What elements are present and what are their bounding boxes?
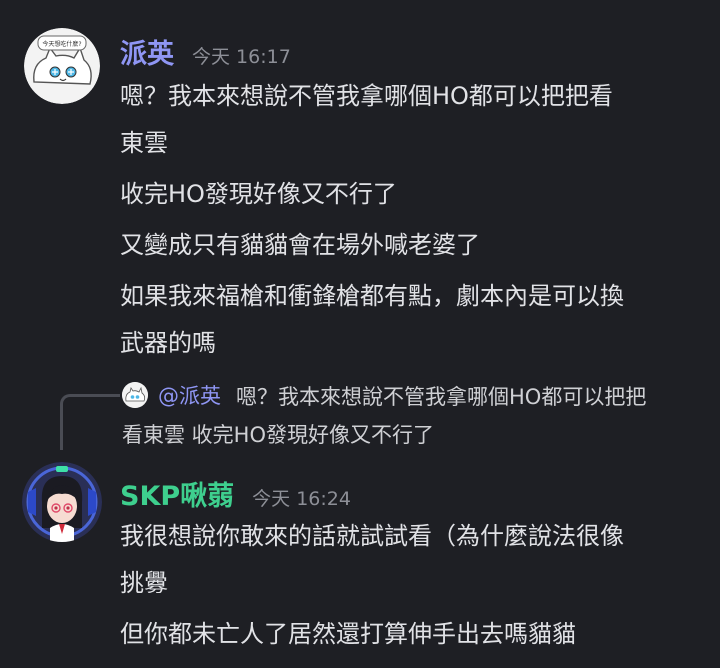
reply-text: 看東雲 收完HO發現好像又不行了	[122, 423, 434, 447]
message-line: 武器的嗎	[120, 329, 216, 357]
message-content: 嗯？我本來想說不管我拿哪個HO都可以把把看 東雲 收完HO發現好像又不行了 又變…	[120, 73, 700, 367]
author-name[interactable]: 派英	[120, 32, 174, 71]
message-line: 挑釁	[120, 569, 168, 597]
message-line: 東雲	[120, 129, 168, 157]
message-line: 如果我來福槍和衝鋒槍都有點，劇本內是可以換	[120, 282, 624, 310]
message-header: SKP啾蒻 今天 16:24	[120, 474, 351, 513]
message-group: SKP啾蒻 今天 16:24 我很想說你敢來的話就試試看（為什麼說法很像 挑釁 …	[0, 460, 720, 668]
message-line: 我很想說你敢來的話就試試看（為什麼說法很像	[120, 522, 624, 550]
author-name[interactable]: SKP啾蒻	[120, 474, 234, 513]
cat-avatar-icon[interactable]: 今天想吃什麼?	[24, 28, 100, 104]
message-line: 嗯？我本來想說不管我拿哪個HO都可以把把看	[120, 82, 613, 110]
chat-log: 今天想吃什麼? 派英 今天 16:17 嗯？我本來想說不管我拿哪個HO都可以把把…	[0, 0, 720, 668]
message-line: 但你都未亡人了居然還打算伸手出去嗎貓貓	[120, 620, 576, 648]
reply-author[interactable]: @派英	[158, 380, 221, 410]
message-content: 我很想說你敢來的話就試試看（為什麼說法很像 挑釁 但你都未亡人了居然還打算伸手出…	[120, 513, 700, 658]
timestamp: 今天 16:17	[192, 46, 291, 68]
reply-avatar-icon	[122, 382, 148, 408]
avatar-sticker-text: 今天想吃什麼?	[42, 40, 81, 48]
message-line: 收完HO發現好像又不行了	[120, 180, 397, 208]
message-header: 派英 今天 16:17	[120, 32, 291, 71]
reply-preview[interactable]: @派英 嗯？我本來想說不管我拿哪個HO都可以把把 看東雲 收完HO發現好像又不行…	[60, 378, 710, 454]
message-line: 又變成只有貓貓會在場外喊老婆了	[120, 231, 480, 259]
reply-spine	[60, 394, 120, 450]
anime-girl-avatar-icon[interactable]	[22, 462, 102, 542]
timestamp: 今天 16:24	[252, 488, 351, 510]
reply-text: 嗯？我本來想說不管我拿哪個HO都可以把把	[236, 385, 647, 409]
message-group: 今天想吃什麼? 派英 今天 16:17 嗯？我本來想說不管我拿哪個HO都可以把把…	[0, 0, 720, 360]
